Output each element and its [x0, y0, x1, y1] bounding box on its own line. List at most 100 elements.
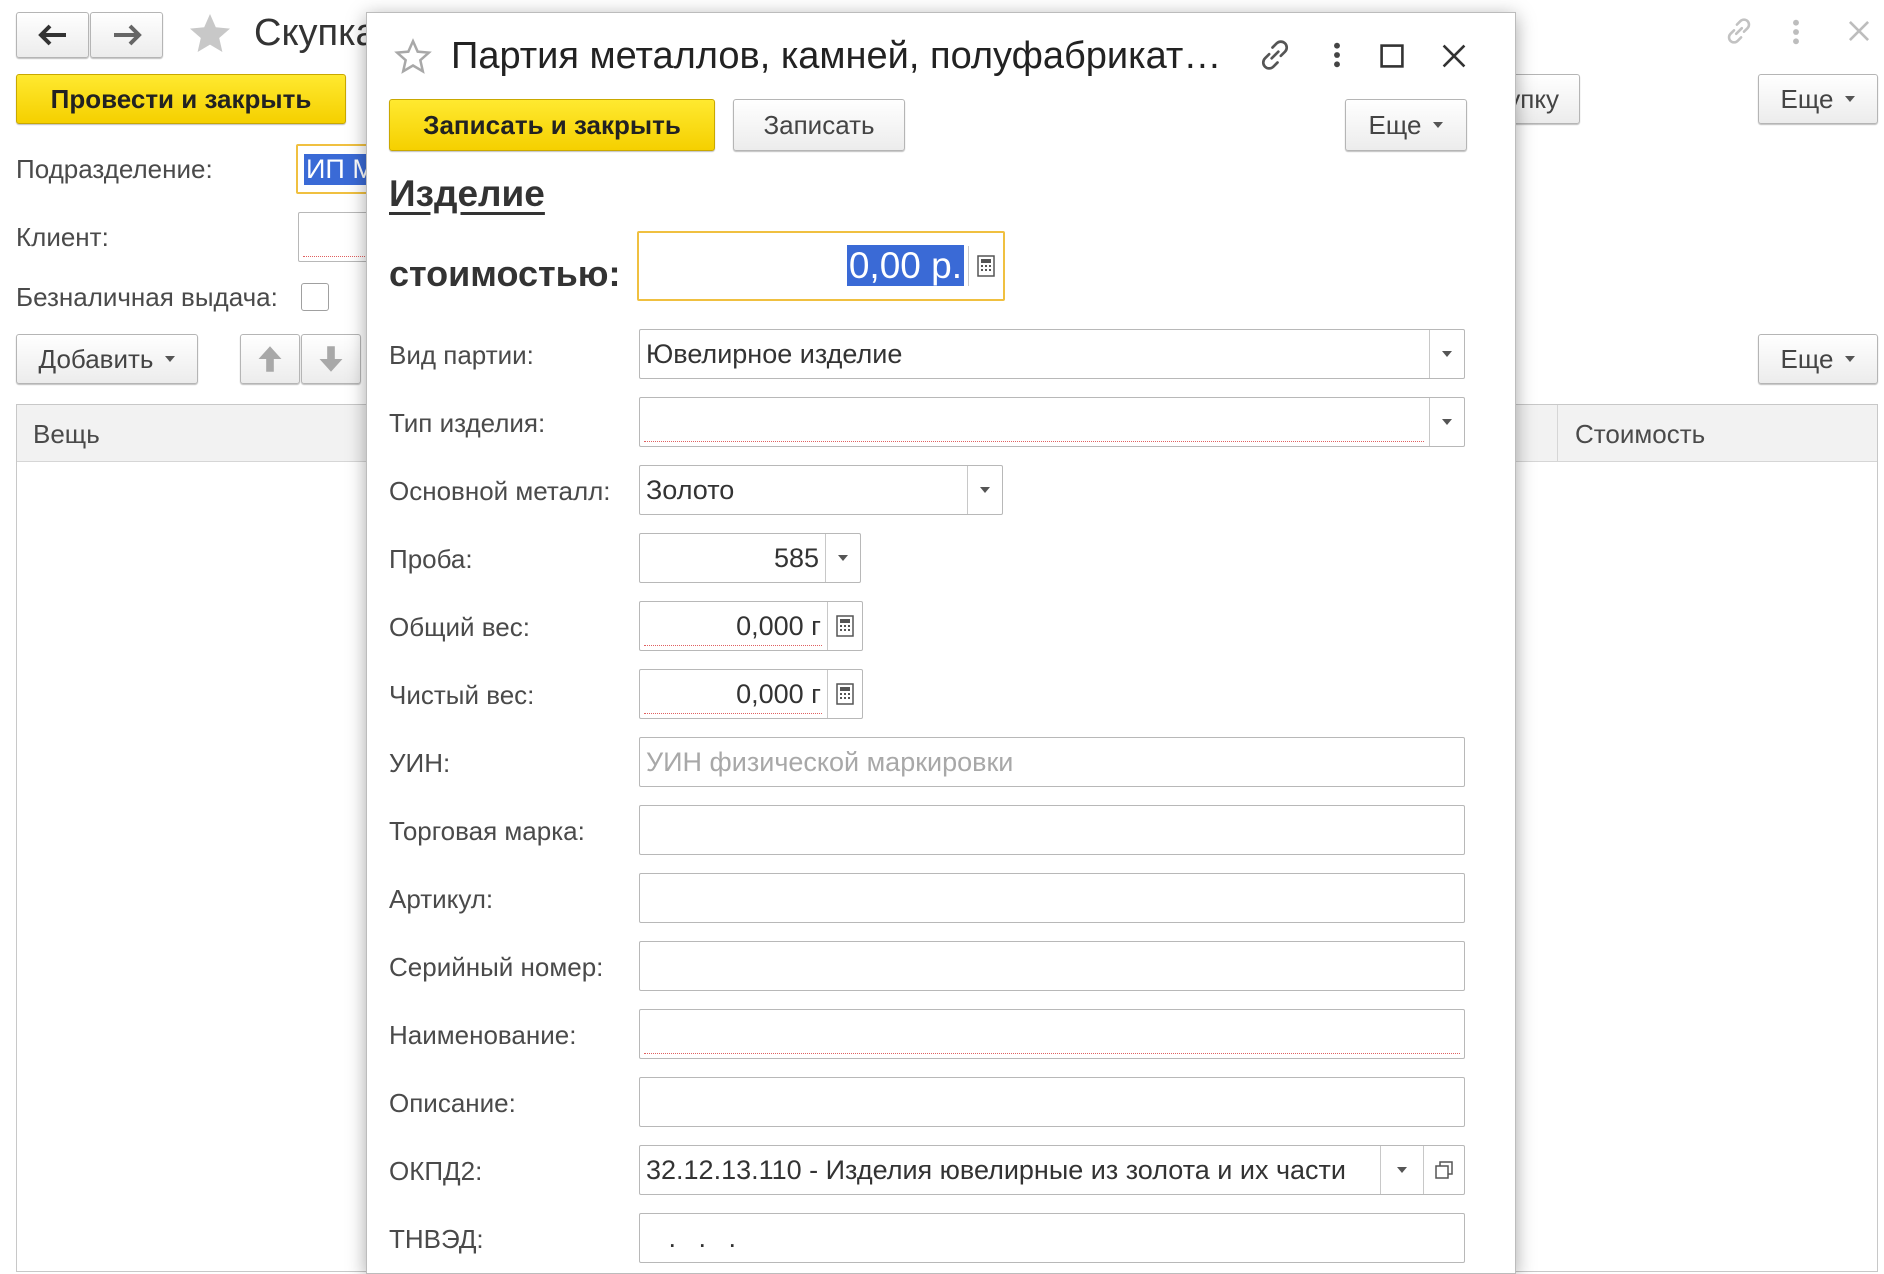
more-button[interactable]: Еще — [1758, 74, 1878, 124]
more-vertical-icon[interactable] — [1786, 16, 1806, 48]
link-icon[interactable] — [1255, 35, 1295, 75]
article-field[interactable] — [639, 873, 1465, 923]
chevron-down-icon — [1845, 96, 1856, 102]
column-header-item[interactable]: Вещь — [33, 419, 100, 450]
post-and-close-button[interactable]: Провести и закрыть — [16, 74, 346, 124]
table-more-button[interactable]: Еще — [1758, 334, 1878, 384]
cost-value: 0,00 р. — [846, 245, 964, 286]
fineness-value: 585 — [773, 542, 819, 573]
chevron-down-icon — [1397, 1167, 1407, 1173]
main-metal-dropdown[interactable] — [967, 466, 1002, 514]
item-type-label: Тип изделия: — [389, 408, 546, 438]
uin-label: УИН: — [389, 748, 451, 778]
uin-field[interactable]: УИН физической маркировки — [639, 737, 1465, 787]
division-field[interactable]: ИП М — [296, 144, 377, 194]
arrow-right-icon — [113, 24, 142, 46]
fineness-field[interactable]: 585 — [639, 533, 861, 583]
total-weight-field[interactable]: 0,000 г — [639, 601, 863, 651]
serial-number-label: Серийный номер: — [389, 952, 604, 982]
maximize-icon[interactable] — [1379, 43, 1405, 69]
star-outline-icon[interactable] — [393, 37, 433, 77]
calculator-icon — [836, 615, 854, 637]
okpd2-dropdown[interactable] — [1380, 1146, 1423, 1194]
move-down-button[interactable] — [301, 334, 361, 384]
link-icon[interactable] — [1722, 14, 1756, 48]
net-weight-field[interactable]: 0,000 г — [639, 669, 863, 719]
item-type-dropdown[interactable] — [1429, 398, 1464, 446]
batch-type-label: Вид партии: — [389, 340, 534, 370]
okpd2-value: 32.12.13.110 - Изделия ювелирные из золо… — [646, 1154, 1346, 1185]
fineness-dropdown[interactable] — [825, 534, 860, 582]
name-field[interactable] — [639, 1009, 1465, 1059]
division-label: Подразделение: — [16, 154, 213, 184]
more-vertical-icon[interactable] — [1327, 39, 1347, 71]
cost-field[interactable]: 0,00 р. — [637, 231, 1005, 301]
description-field[interactable] — [639, 1077, 1465, 1127]
back-button[interactable] — [16, 12, 89, 58]
fineness-label: Проба: — [389, 544, 473, 574]
page-title: Скупка — [254, 12, 377, 54]
chevron-down-icon — [1442, 419, 1452, 425]
column-header-cost[interactable]: Стоимость — [1575, 419, 1705, 450]
net-weight-calculator-button[interactable] — [827, 670, 862, 718]
cost-calculator-button[interactable] — [968, 246, 1003, 286]
add-button[interactable]: Добавить — [16, 334, 198, 384]
total-weight-calculator-button[interactable] — [827, 602, 862, 650]
total-weight-label: Общий вес: — [389, 612, 530, 642]
arrow-up-icon — [258, 346, 282, 372]
tnved-field[interactable]: . . . — [639, 1213, 1465, 1263]
calculator-icon — [836, 683, 854, 705]
add-button-label: Добавить — [38, 343, 154, 374]
name-label: Наименование: — [389, 1020, 577, 1050]
batch-type-field[interactable]: Ювелирное изделие — [639, 329, 1465, 379]
okpd2-field[interactable]: 32.12.13.110 - Изделия ювелирные из золо… — [639, 1145, 1465, 1195]
save-and-close-button[interactable]: Записать и закрыть — [389, 99, 715, 151]
forward-button[interactable] — [90, 12, 163, 58]
chevron-down-icon — [1845, 356, 1856, 362]
cashless-checkbox[interactable] — [301, 283, 329, 311]
serial-number-field[interactable] — [639, 941, 1465, 991]
chevron-down-icon — [980, 487, 990, 493]
more-button-label: Еще — [1780, 83, 1834, 114]
chevron-down-icon — [165, 356, 176, 362]
cashless-label: Безналичная выдача: — [16, 282, 278, 312]
chevron-down-icon — [1433, 122, 1444, 128]
move-up-button[interactable] — [240, 334, 300, 384]
chevron-down-icon — [1442, 351, 1452, 357]
main-metal-field[interactable]: Золото — [639, 465, 1003, 515]
save-label: Записать — [763, 109, 875, 140]
client-label: Клиент: — [16, 222, 109, 252]
section-title: Изделие — [389, 173, 545, 214]
main-metal-label: Основной металл: — [389, 476, 611, 506]
trademark-label: Торговая марка: — [389, 816, 585, 846]
batch-type-dropdown[interactable] — [1429, 330, 1464, 378]
calculator-icon — [977, 255, 995, 277]
save-button[interactable]: Записать — [733, 99, 905, 151]
okpd2-label: ОКПД2: — [389, 1156, 483, 1186]
item-type-field[interactable] — [639, 397, 1465, 447]
table-more-label: Еще — [1780, 343, 1834, 374]
dialog-more-button[interactable]: Еще — [1345, 99, 1467, 151]
net-weight-value: 0,000 г — [736, 678, 821, 709]
tnved-value: . . . — [646, 1222, 737, 1253]
trademark-field[interactable] — [639, 805, 1465, 855]
description-label: Описание: — [389, 1088, 516, 1118]
arrow-left-icon — [37, 24, 66, 46]
dialog-title: Партия металлов, камней, полуфабрикат… — [451, 35, 1222, 77]
cost-label: стоимостью: — [389, 253, 621, 294]
post-and-close-label: Провести и закрыть — [50, 83, 312, 114]
main-metal-value: Золото — [646, 474, 735, 505]
arrow-down-icon — [319, 346, 343, 372]
uin-placeholder: УИН физической маркировки — [646, 746, 1014, 777]
tnved-label: ТНВЭД: — [389, 1224, 484, 1254]
column-divider — [1557, 405, 1558, 461]
article-label: Артикул: — [389, 884, 494, 914]
star-icon[interactable] — [186, 10, 234, 58]
total-weight-value: 0,000 г — [736, 610, 821, 641]
okpd2-open-button[interactable] — [1423, 1146, 1464, 1194]
dialog-more-label: Еще — [1368, 109, 1422, 140]
close-icon[interactable] — [1441, 43, 1467, 69]
batch-dialog: Партия металлов, камней, полуфабрикат… З… — [366, 12, 1516, 1274]
save-and-close-label: Записать и закрыть — [423, 109, 681, 140]
close-icon[interactable] — [1846, 18, 1872, 44]
